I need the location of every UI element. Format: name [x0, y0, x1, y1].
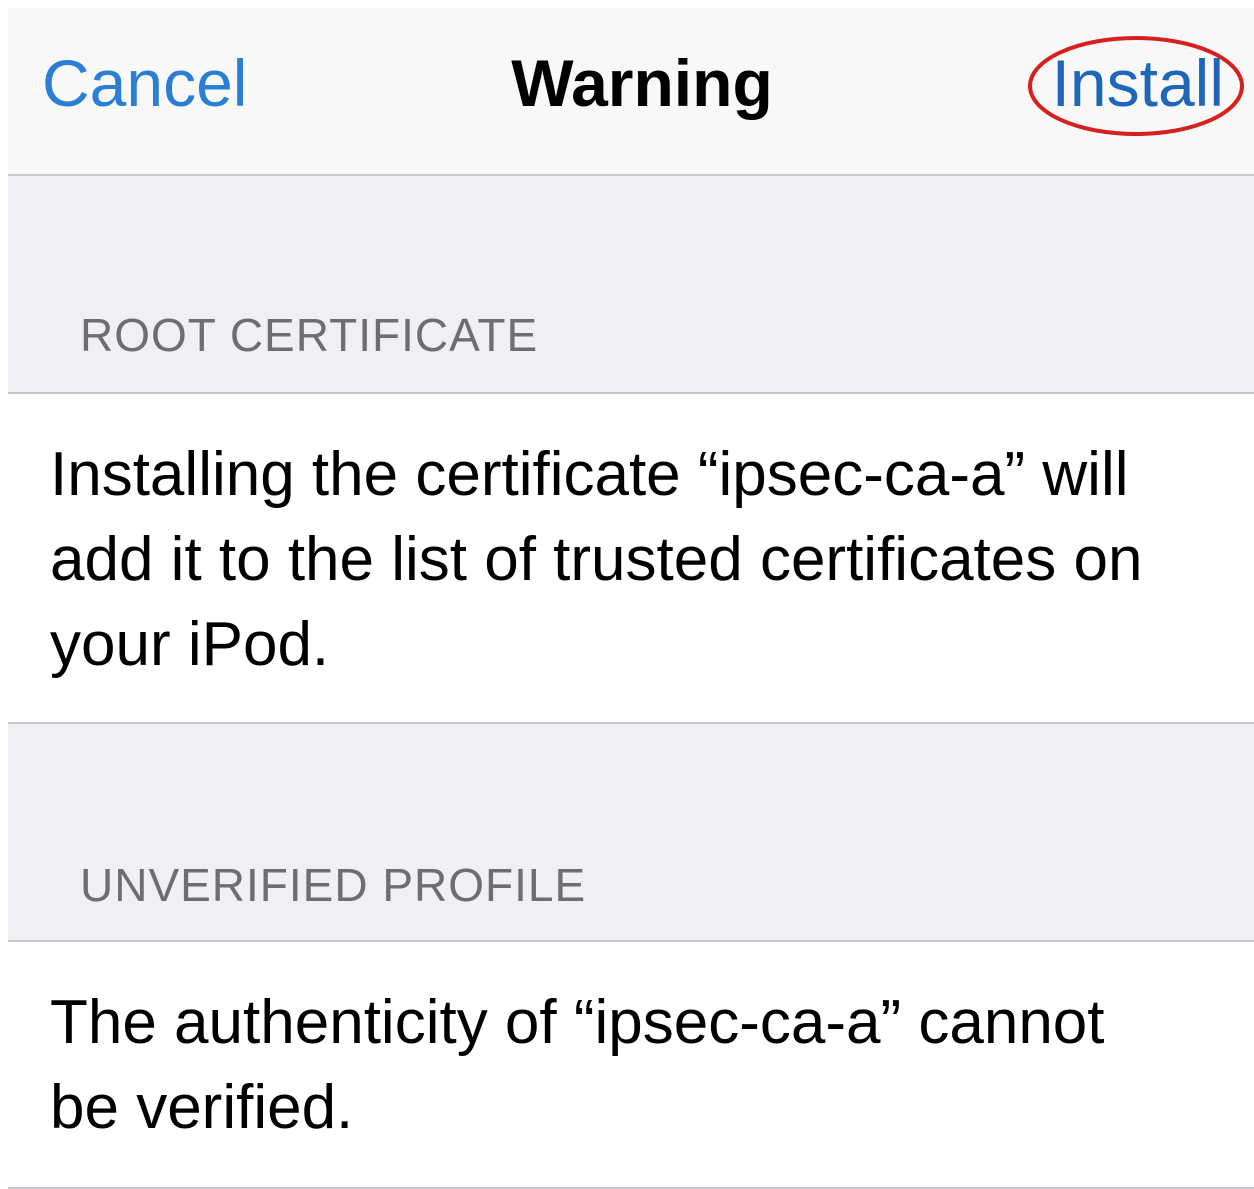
unverified-profile-cell: The authenticity of “ipsec-ca-a” cannot …: [8, 940, 1254, 1189]
section-header-root-certificate: ROOT CERTIFICATE: [80, 309, 539, 361]
navigation-bar: Cancel Warning Install: [8, 8, 1254, 176]
warning-screen: Cancel Warning Install ROOT CERTIFICATE …: [0, 0, 1254, 1189]
install-button[interactable]: Install: [1052, 50, 1224, 116]
section-header-unverified-profile: UNVERIFIED PROFILE: [80, 859, 587, 911]
unverified-profile-description: The authenticity of “ipsec-ca-a” cannot …: [50, 988, 1105, 1142]
root-certificate-cell: Installing the certificate “ipsec-ca-a” …: [8, 392, 1254, 724]
root-certificate-description: Installing the certificate “ipsec-ca-a” …: [50, 440, 1143, 679]
unverified-profile-header-area: UNVERIFIED PROFILE: [8, 724, 1254, 940]
root-certificate-header-area: ROOT CERTIFICATE: [8, 176, 1254, 392]
